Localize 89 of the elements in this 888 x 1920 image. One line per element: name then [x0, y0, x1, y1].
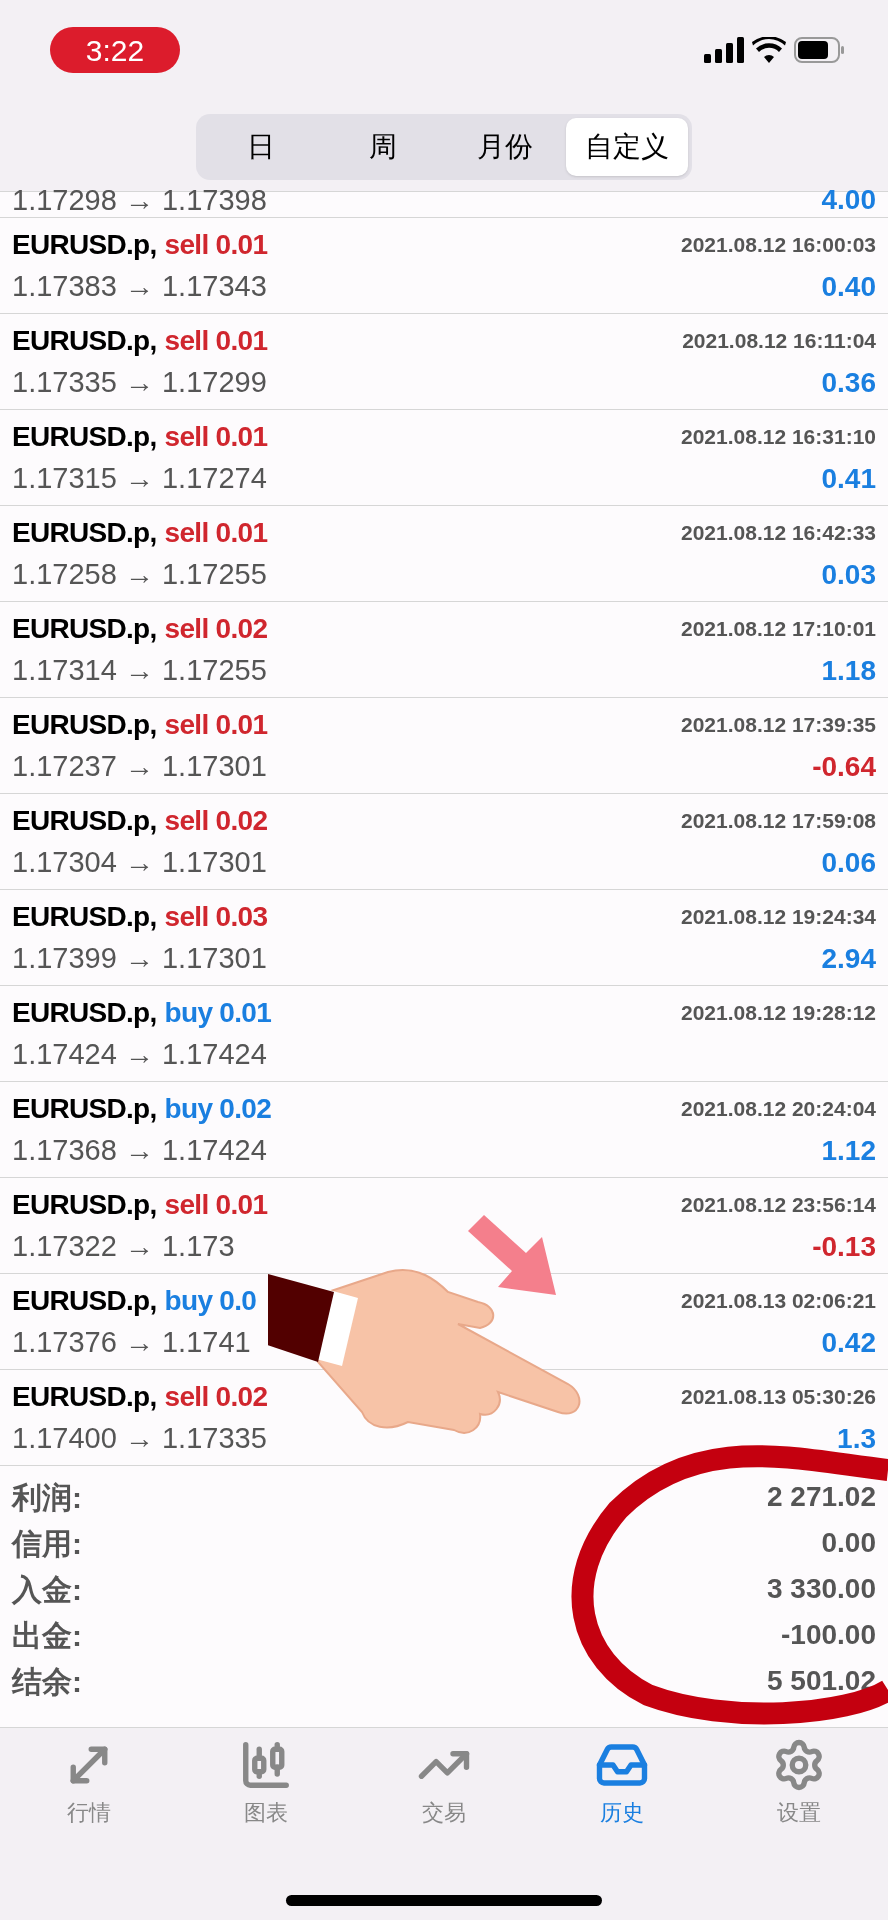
price-range: 1.17383 → 1.17343: [12, 268, 267, 304]
symbol-label: EURUSD.p,: [12, 611, 157, 646]
side-label: buy 0.01: [164, 995, 272, 1030]
side-label: sell 0.01: [164, 323, 268, 358]
period-tab[interactable]: 周: [322, 118, 444, 176]
price-range: 1.17399 → 1.17301: [12, 940, 267, 976]
summary-label: 信用:: [12, 1525, 82, 1562]
symbol-label: EURUSD.p,: [12, 899, 157, 934]
status-time: 3:22: [50, 27, 180, 73]
price-range: 1.17298 → 1.17398: [12, 184, 267, 217]
period-tab[interactable]: 月份: [444, 118, 566, 176]
trade-time: 2021.08.12 23:56:14: [681, 1191, 876, 1218]
bottom-tab[interactable]: 历史: [532, 1738, 711, 1829]
price-range: 1.17237 → 1.17301: [12, 748, 267, 784]
symbol-label: EURUSD.p,: [12, 1283, 157, 1318]
summary-label: 出金:: [12, 1617, 82, 1654]
profit-value: 1.12: [821, 1133, 876, 1168]
profit-value: 0.40: [821, 269, 876, 304]
symbol-label: EURUSD.p,: [12, 515, 157, 550]
summary-label: 结余:: [12, 1663, 82, 1700]
symbol-label: EURUSD.p,: [12, 1379, 157, 1414]
trade-time: 2021.08.12 17:59:08: [681, 807, 876, 834]
profit-value: 1.18: [821, 653, 876, 688]
side-label: sell 0.01: [164, 515, 268, 550]
side-label: sell 0.01: [164, 707, 268, 742]
side-label: sell 0.02: [164, 1379, 268, 1414]
symbol-label: EURUSD.p,: [12, 1187, 157, 1222]
profit-value: -0.13: [812, 1229, 876, 1264]
side-label: sell 0.02: [164, 611, 268, 646]
bottom-tab[interactable]: 交易: [355, 1738, 533, 1829]
summary-value: 5 501.02: [767, 1664, 876, 1698]
bottom-tab[interactable]: 图表: [177, 1738, 356, 1829]
trade-time: 2021.08.12 20:24:04: [681, 1095, 876, 1122]
battery-icon: [794, 37, 846, 63]
trade-time: 2021.08.12 16:11:04: [682, 327, 876, 354]
trade-time: 2021.08.13 02:06:21: [681, 1287, 876, 1314]
profit-value: 2.94: [821, 941, 876, 976]
summary-value: 3 330.00: [767, 1572, 876, 1606]
price-range: 1.17376 → 1.1741: [12, 1324, 251, 1360]
trade-time: 2021.08.13 05:30:26: [681, 1383, 876, 1410]
profit-value: 4.00: [821, 184, 876, 217]
price-range: 1.17424 → 1.17424: [12, 1036, 267, 1072]
wifi-icon: [752, 37, 786, 63]
side-label: buy 0.0: [164, 1283, 257, 1318]
trade-time: 2021.08.12 19:28:12: [681, 999, 876, 1026]
side-label: sell 0.01: [164, 1187, 268, 1222]
summary-label: 入金:: [12, 1571, 82, 1608]
trade-time: 2021.08.12 16:42:33: [681, 519, 876, 546]
trade-time: 2021.08.12 17:10:01: [681, 615, 876, 642]
side-label: sell 0.01: [164, 227, 268, 262]
profit-value: 0.42: [821, 1325, 876, 1360]
profit-value: 0.41: [821, 461, 876, 496]
side-label: sell 0.01: [164, 419, 268, 454]
bottom-tab[interactable]: 设置: [710, 1738, 888, 1829]
bottom-tab[interactable]: 行情: [0, 1738, 178, 1829]
price-range: 1.17314 → 1.17255: [12, 652, 267, 688]
price-range: 1.17258 → 1.17255: [12, 556, 267, 592]
profit-value: 0.36: [821, 365, 876, 400]
profit-value: 0.03: [821, 557, 876, 592]
trade-time: 2021.08.12 17:39:35: [681, 711, 876, 738]
symbol-label: EURUSD.p,: [12, 995, 157, 1030]
period-tab[interactable]: 自定义: [566, 118, 688, 176]
summary-value: 2 271.02: [767, 1480, 876, 1514]
summary-value: 0.00: [821, 1526, 876, 1560]
symbol-label: EURUSD.p,: [12, 419, 157, 454]
profit-value: 1.3: [837, 1421, 876, 1456]
symbol-label: EURUSD.p,: [12, 323, 157, 358]
profit-value: -0.64: [812, 749, 876, 784]
side-label: buy 0.02: [164, 1091, 272, 1126]
profit-value: 0.06: [821, 845, 876, 880]
symbol-label: EURUSD.p,: [12, 1091, 157, 1126]
trade-time: 2021.08.12 16:00:03: [681, 231, 876, 258]
price-range: 1.17368 → 1.17424: [12, 1132, 267, 1168]
period-tab[interactable]: 日: [200, 118, 322, 176]
signal-icon: [704, 37, 744, 63]
price-range: 1.17400 → 1.17335: [12, 1420, 267, 1456]
symbol-label: EURUSD.p,: [12, 707, 157, 742]
symbol-label: EURUSD.p,: [12, 227, 157, 262]
side-label: sell 0.03: [164, 899, 268, 934]
price-range: 1.17315 → 1.17274: [12, 460, 267, 496]
price-range: 1.17335 → 1.17299: [12, 364, 267, 400]
summary-value: -100.00: [781, 1618, 876, 1652]
price-range: 1.17322 → 1.173: [12, 1228, 235, 1264]
summary-label: 利润:: [12, 1479, 82, 1516]
trade-time: 2021.08.12 19:24:34: [681, 903, 876, 930]
side-label: sell 0.02: [164, 803, 268, 838]
price-range: 1.17304 → 1.17301: [12, 844, 267, 880]
symbol-label: EURUSD.p,: [12, 803, 157, 838]
trade-time: 2021.08.12 16:31:10: [681, 423, 876, 450]
